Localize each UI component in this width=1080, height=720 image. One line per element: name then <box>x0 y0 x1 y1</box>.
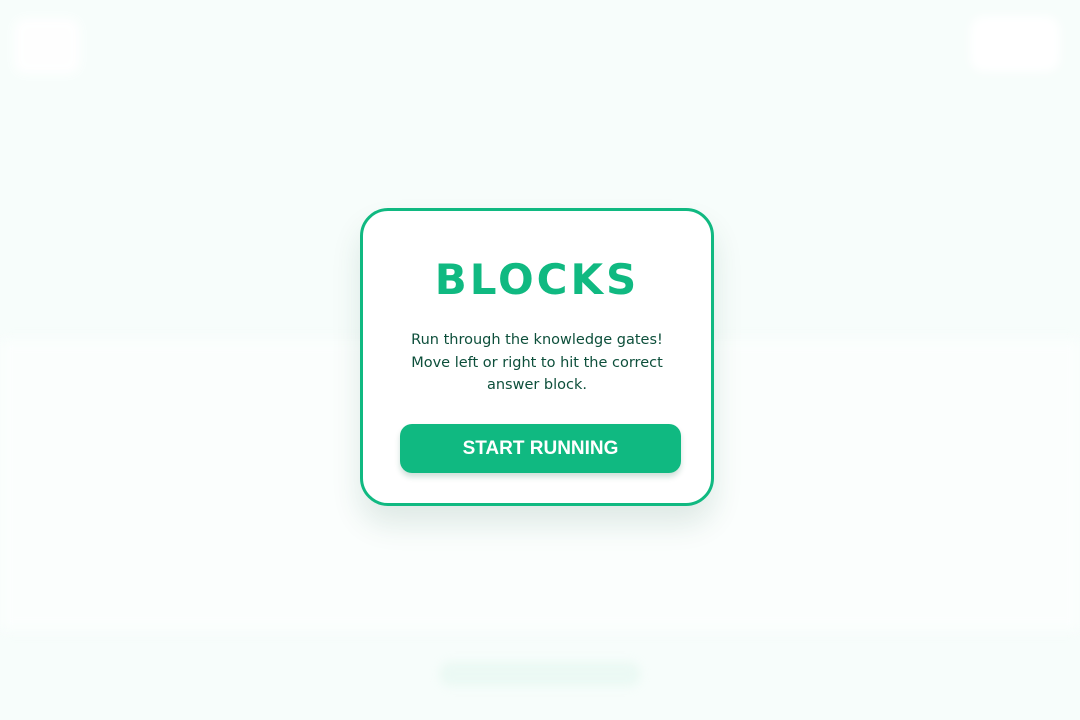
blurred-bottom-hint <box>440 662 640 686</box>
game-title: BLOCKS <box>434 255 640 304</box>
start-modal: BLOCKS Run through the knowledge gates! … <box>360 208 714 506</box>
game-stage: BLOCKS Run through the knowledge gates! … <box>0 0 1080 720</box>
game-description: Run through the knowledge gates! Move le… <box>411 332 663 393</box>
blurred-hud-right <box>970 16 1060 72</box>
start-running-button[interactable]: START RUNNING <box>400 424 681 473</box>
blurred-hud-left <box>14 18 80 74</box>
